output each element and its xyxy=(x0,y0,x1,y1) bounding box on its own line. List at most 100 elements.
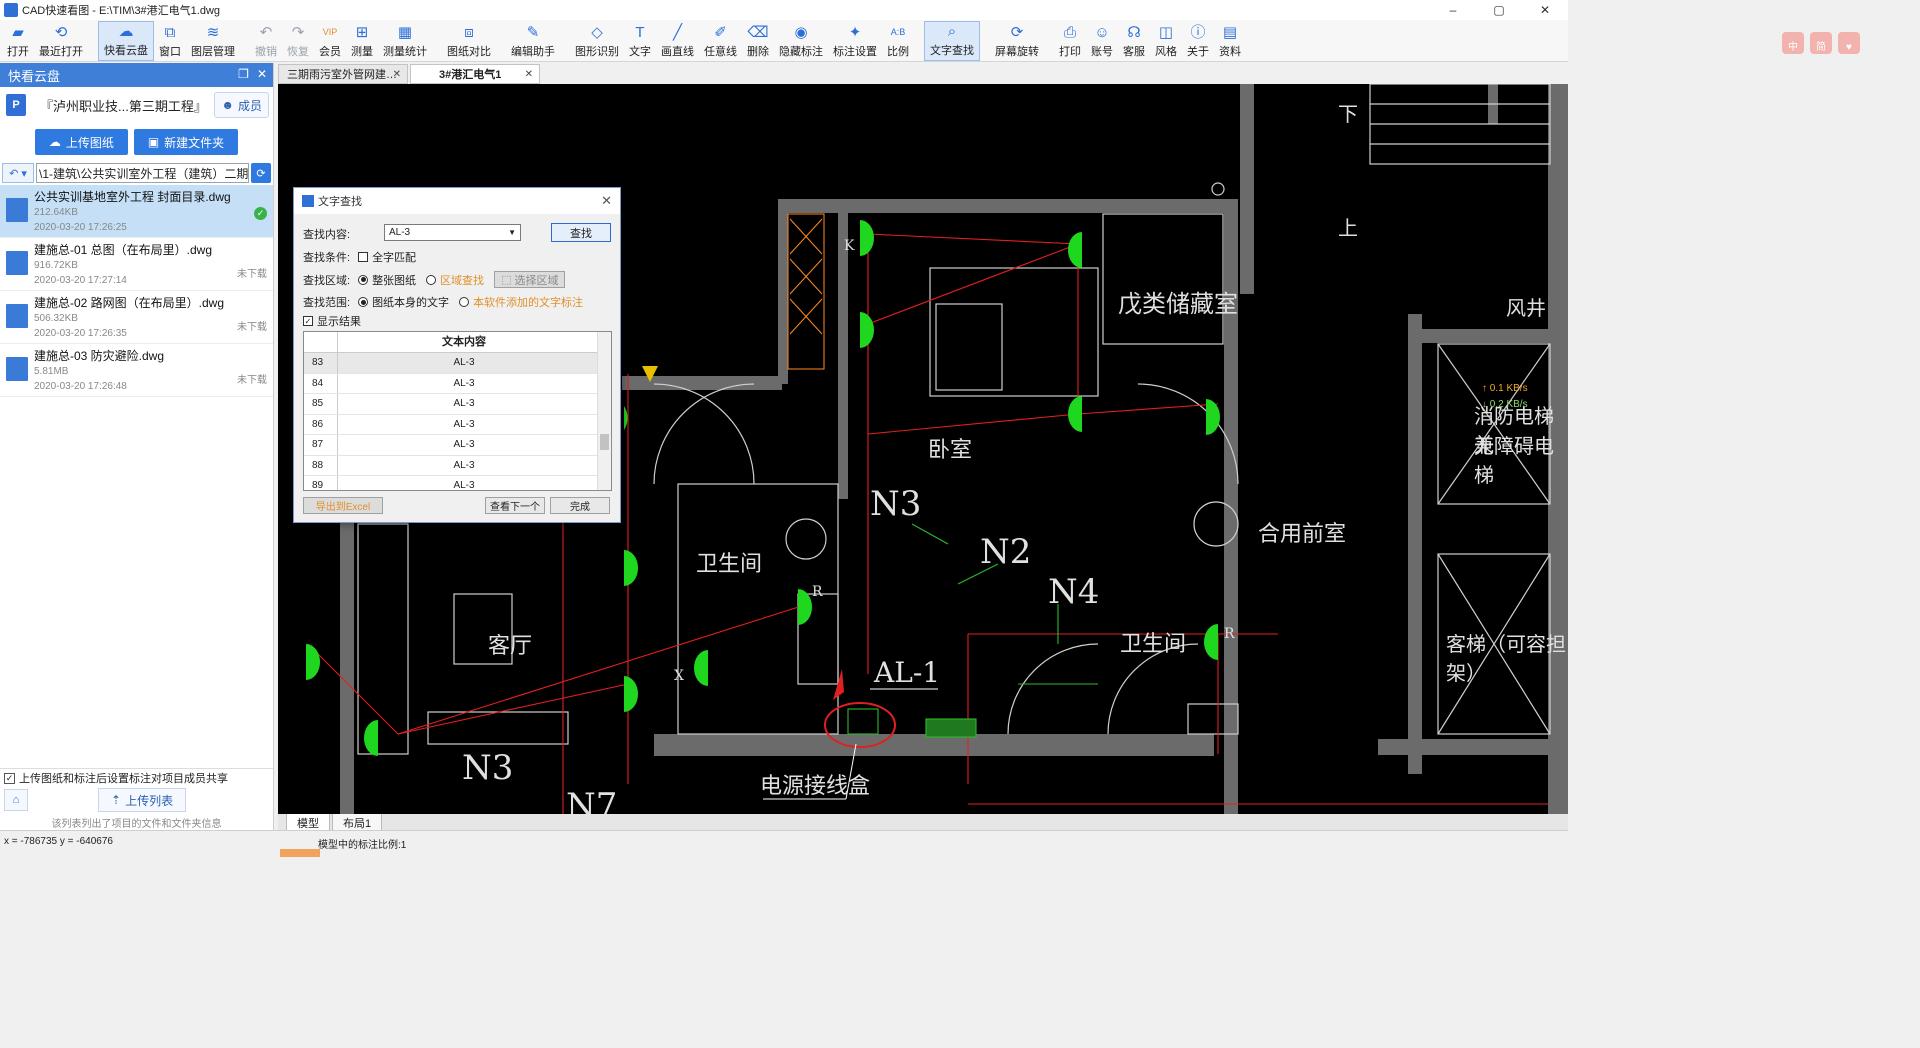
toolbar-window-button[interactable]: ⧉ 窗口 xyxy=(154,21,186,61)
result-row[interactable]: 88 AL-3 xyxy=(304,455,611,476)
toolbar-text-search-button[interactable]: ⌕ 文字查找 xyxy=(924,21,980,61)
find-next-button[interactable]: 查看下一个 xyxy=(485,497,545,514)
new-folder-button[interactable]: ▣ 新建文件夹 xyxy=(133,129,239,155)
select-region-button[interactable]: ⬚ 选择区域 xyxy=(494,271,566,288)
home-icon[interactable]: ⌂ xyxy=(4,789,28,811)
panel-float-icon[interactable]: ❐ xyxy=(238,67,249,81)
toolbar-hide-annotation-button[interactable]: ◉ 隐藏标注 xyxy=(774,21,828,61)
panel-close-icon[interactable]: ✕ xyxy=(257,67,267,81)
file-date: 2020-03-20 17:26:48 xyxy=(34,381,127,392)
toolbar-text-button[interactable]: T 文字 xyxy=(624,21,656,61)
toolbar-eraser-button[interactable]: ⌫ 删除 xyxy=(742,21,774,61)
toolbar-scale-button[interactable]: A:B 比例 xyxy=(882,21,914,61)
upload-list-button[interactable]: ⇡ 上传列表 xyxy=(98,788,187,812)
toolbar-cloud-button[interactable]: ☁ 快看云盘 xyxy=(98,21,154,61)
result-row[interactable]: 85 AL-3 xyxy=(304,394,611,415)
project-row[interactable]: P 『泸州职业技...第三期工程』 ☻ 成员 xyxy=(0,87,273,123)
file-list-item[interactable]: 建施总-01 总图（在布局里）.dwg 916.72KB 2020-03-20 17… xyxy=(0,238,273,291)
project-name: 『泸州职业技...第三期工程』 xyxy=(40,98,207,114)
chevron-down-icon[interactable]: ▼ xyxy=(508,228,516,237)
toolbar-label: 账号 xyxy=(1091,46,1113,58)
refresh-icon[interactable]: ⟳ xyxy=(251,163,271,183)
toolbar-rotate-screen-button[interactable]: ⟳ 屏幕旋转 xyxy=(990,21,1044,61)
circuit-label-n2: N2 xyxy=(980,532,1032,572)
toolbar-redo-button[interactable]: ↷ 恢复 xyxy=(282,21,314,61)
maximize-button[interactable]: ▢ xyxy=(1476,0,1522,20)
area-region-radio[interactable] xyxy=(426,274,437,285)
area-whole-radio[interactable] xyxy=(358,274,369,285)
file-list-item[interactable]: 公共实训基地室外工程 封面目录.dwg 212.64KB 2020-03-20 17… xyxy=(0,185,273,238)
path-field[interactable]: \1-建筑\公共实训室外工程（建筑）二期\ xyxy=(36,163,249,183)
toolbar-undo-button[interactable]: ↶ 撤销 xyxy=(250,21,282,61)
share-annotations-row[interactable]: ✓ 上传图纸和标注后设置标注对项目成员共享 xyxy=(0,769,273,787)
find-button[interactable]: 查找 xyxy=(551,223,611,242)
tab-sewer-network[interactable]: 三期雨污室外管网建… ✕ xyxy=(278,64,408,84)
toolbar-resources-button[interactable]: ▤ 资料 xyxy=(1214,21,1246,61)
members-button[interactable]: ☻ 成员 xyxy=(214,92,269,118)
vip-icon: VIP xyxy=(322,26,338,37)
toolbar-info-button[interactable]: ⓘ 关于 xyxy=(1182,21,1214,61)
toolbar-history-button[interactable]: ⟲ 最近打开 xyxy=(34,21,88,61)
toolbar-label: 图形识别 xyxy=(575,46,619,58)
tab-close-icon[interactable]: ✕ xyxy=(393,69,401,80)
toolbar-measure-stats-button[interactable]: ▦ 测量统计 xyxy=(378,21,432,61)
toolbar-layers-button[interactable]: ≋ 图层管理 xyxy=(186,21,240,61)
file-list-item[interactable]: 建施总-03 防灾避险.dwg 5.81MB 2020-03-20 17:26:48… xyxy=(0,344,273,397)
lang-simplified-button[interactable]: 简 xyxy=(1810,32,1832,54)
toolbar-label: 关于 xyxy=(1187,46,1209,58)
file-size: 506.32KB xyxy=(34,313,78,324)
favorite-button[interactable]: ♥ xyxy=(1838,32,1860,54)
toolbar-open-folder-button[interactable]: ▰ 打开 xyxy=(2,21,34,61)
minimize-button[interactable]: – xyxy=(1430,0,1476,20)
result-row[interactable]: 84 AL-3 xyxy=(304,373,611,394)
scope-drawing-radio[interactable] xyxy=(358,297,369,307)
result-text: AL-3 xyxy=(453,459,475,471)
result-index: 86 xyxy=(304,414,338,434)
show-results-checkbox[interactable]: ✓ xyxy=(303,316,313,326)
share-checkbox[interactable]: ✓ xyxy=(4,772,15,784)
lang-zh-button[interactable]: 中 xyxy=(1782,32,1804,54)
toolbar-style-button[interactable]: ◫ 风格 xyxy=(1150,21,1182,61)
download-status: 未下载 xyxy=(237,322,267,333)
toolbar-shape-recognition-button[interactable]: ◇ 图形识别 xyxy=(570,21,624,61)
new-folder-label: 新建文件夹 xyxy=(164,135,225,150)
toolbar-compare-button[interactable]: ⧈ 图纸对比 xyxy=(442,21,496,61)
toolbar-edit-assistant-button[interactable]: ✎ 编辑助手 xyxy=(506,21,560,61)
close-window-button[interactable]: ✕ xyxy=(1522,0,1568,20)
toolbar-freehand-button[interactable]: ✐ 任意线 xyxy=(699,21,742,61)
room-label-storage: 戊类储藏室 xyxy=(1118,290,1238,318)
upload-drawing-label: 上传图纸 xyxy=(65,135,114,150)
scrollbar-thumb[interactable] xyxy=(600,434,609,450)
rotate-screen-icon: ⟳ xyxy=(1010,23,1024,41)
select-region-icon: ⬚ xyxy=(501,274,512,286)
result-row[interactable]: 83 AL-3 xyxy=(304,353,611,374)
file-list-item[interactable]: 建施总-02 路网图（在布局里）.dwg 506.32KB 2020-03-20 1… xyxy=(0,291,273,344)
language-switcher: 中 简 ♥ xyxy=(1782,32,1860,54)
members-label: 成员 xyxy=(237,98,262,113)
result-row[interactable]: 86 AL-3 xyxy=(304,414,611,435)
toolbar-support-button[interactable]: ☊ 客服 xyxy=(1118,21,1150,61)
export-excel-button[interactable]: 导出到Excel xyxy=(303,497,383,514)
dialog-close-icon[interactable]: ✕ xyxy=(601,193,612,209)
scope-drawing-label: 图纸本身的文字 xyxy=(372,297,450,309)
result-row[interactable]: 87 AL-3 xyxy=(304,435,611,456)
search-content-combo[interactable]: AL-3 ▼ xyxy=(384,224,521,241)
upload-drawing-button[interactable]: ☁ 上传图纸 xyxy=(34,129,128,155)
toolbar-annotation-settings-button[interactable]: ✦ 标注设置 xyxy=(828,21,882,61)
toolbar-print-button[interactable]: ⎙ 打印 xyxy=(1054,21,1086,61)
scope-added-radio[interactable] xyxy=(459,297,470,307)
toolbar-account-button[interactable]: ☺ 账号 xyxy=(1086,21,1118,61)
toolbar-vip-button[interactable]: VIP 会员 xyxy=(314,21,346,61)
file-date: 2020-03-20 17:26:25 xyxy=(34,222,127,233)
result-row[interactable]: 89 AL-3 xyxy=(304,476,611,490)
symbol-label-r2: R xyxy=(1224,626,1235,642)
match-whole-checkbox[interactable] xyxy=(358,252,369,262)
tab-gh-electrical[interactable]: 3#港汇电气1 ✕ xyxy=(410,64,540,84)
tab-close-icon[interactable]: ✕ xyxy=(525,69,533,80)
back-dropdown-button[interactable]: ↶ ▾ xyxy=(2,163,34,183)
toolbar-line-button[interactable]: ╱ 画直线 xyxy=(656,21,699,61)
results-scrollbar[interactable] xyxy=(597,332,611,490)
room-label-bathroom-1: 卫生间 xyxy=(696,552,763,577)
toolbar-measure-button[interactable]: ⊞ 测量 xyxy=(346,21,378,61)
done-button[interactable]: 完成 xyxy=(550,497,610,514)
